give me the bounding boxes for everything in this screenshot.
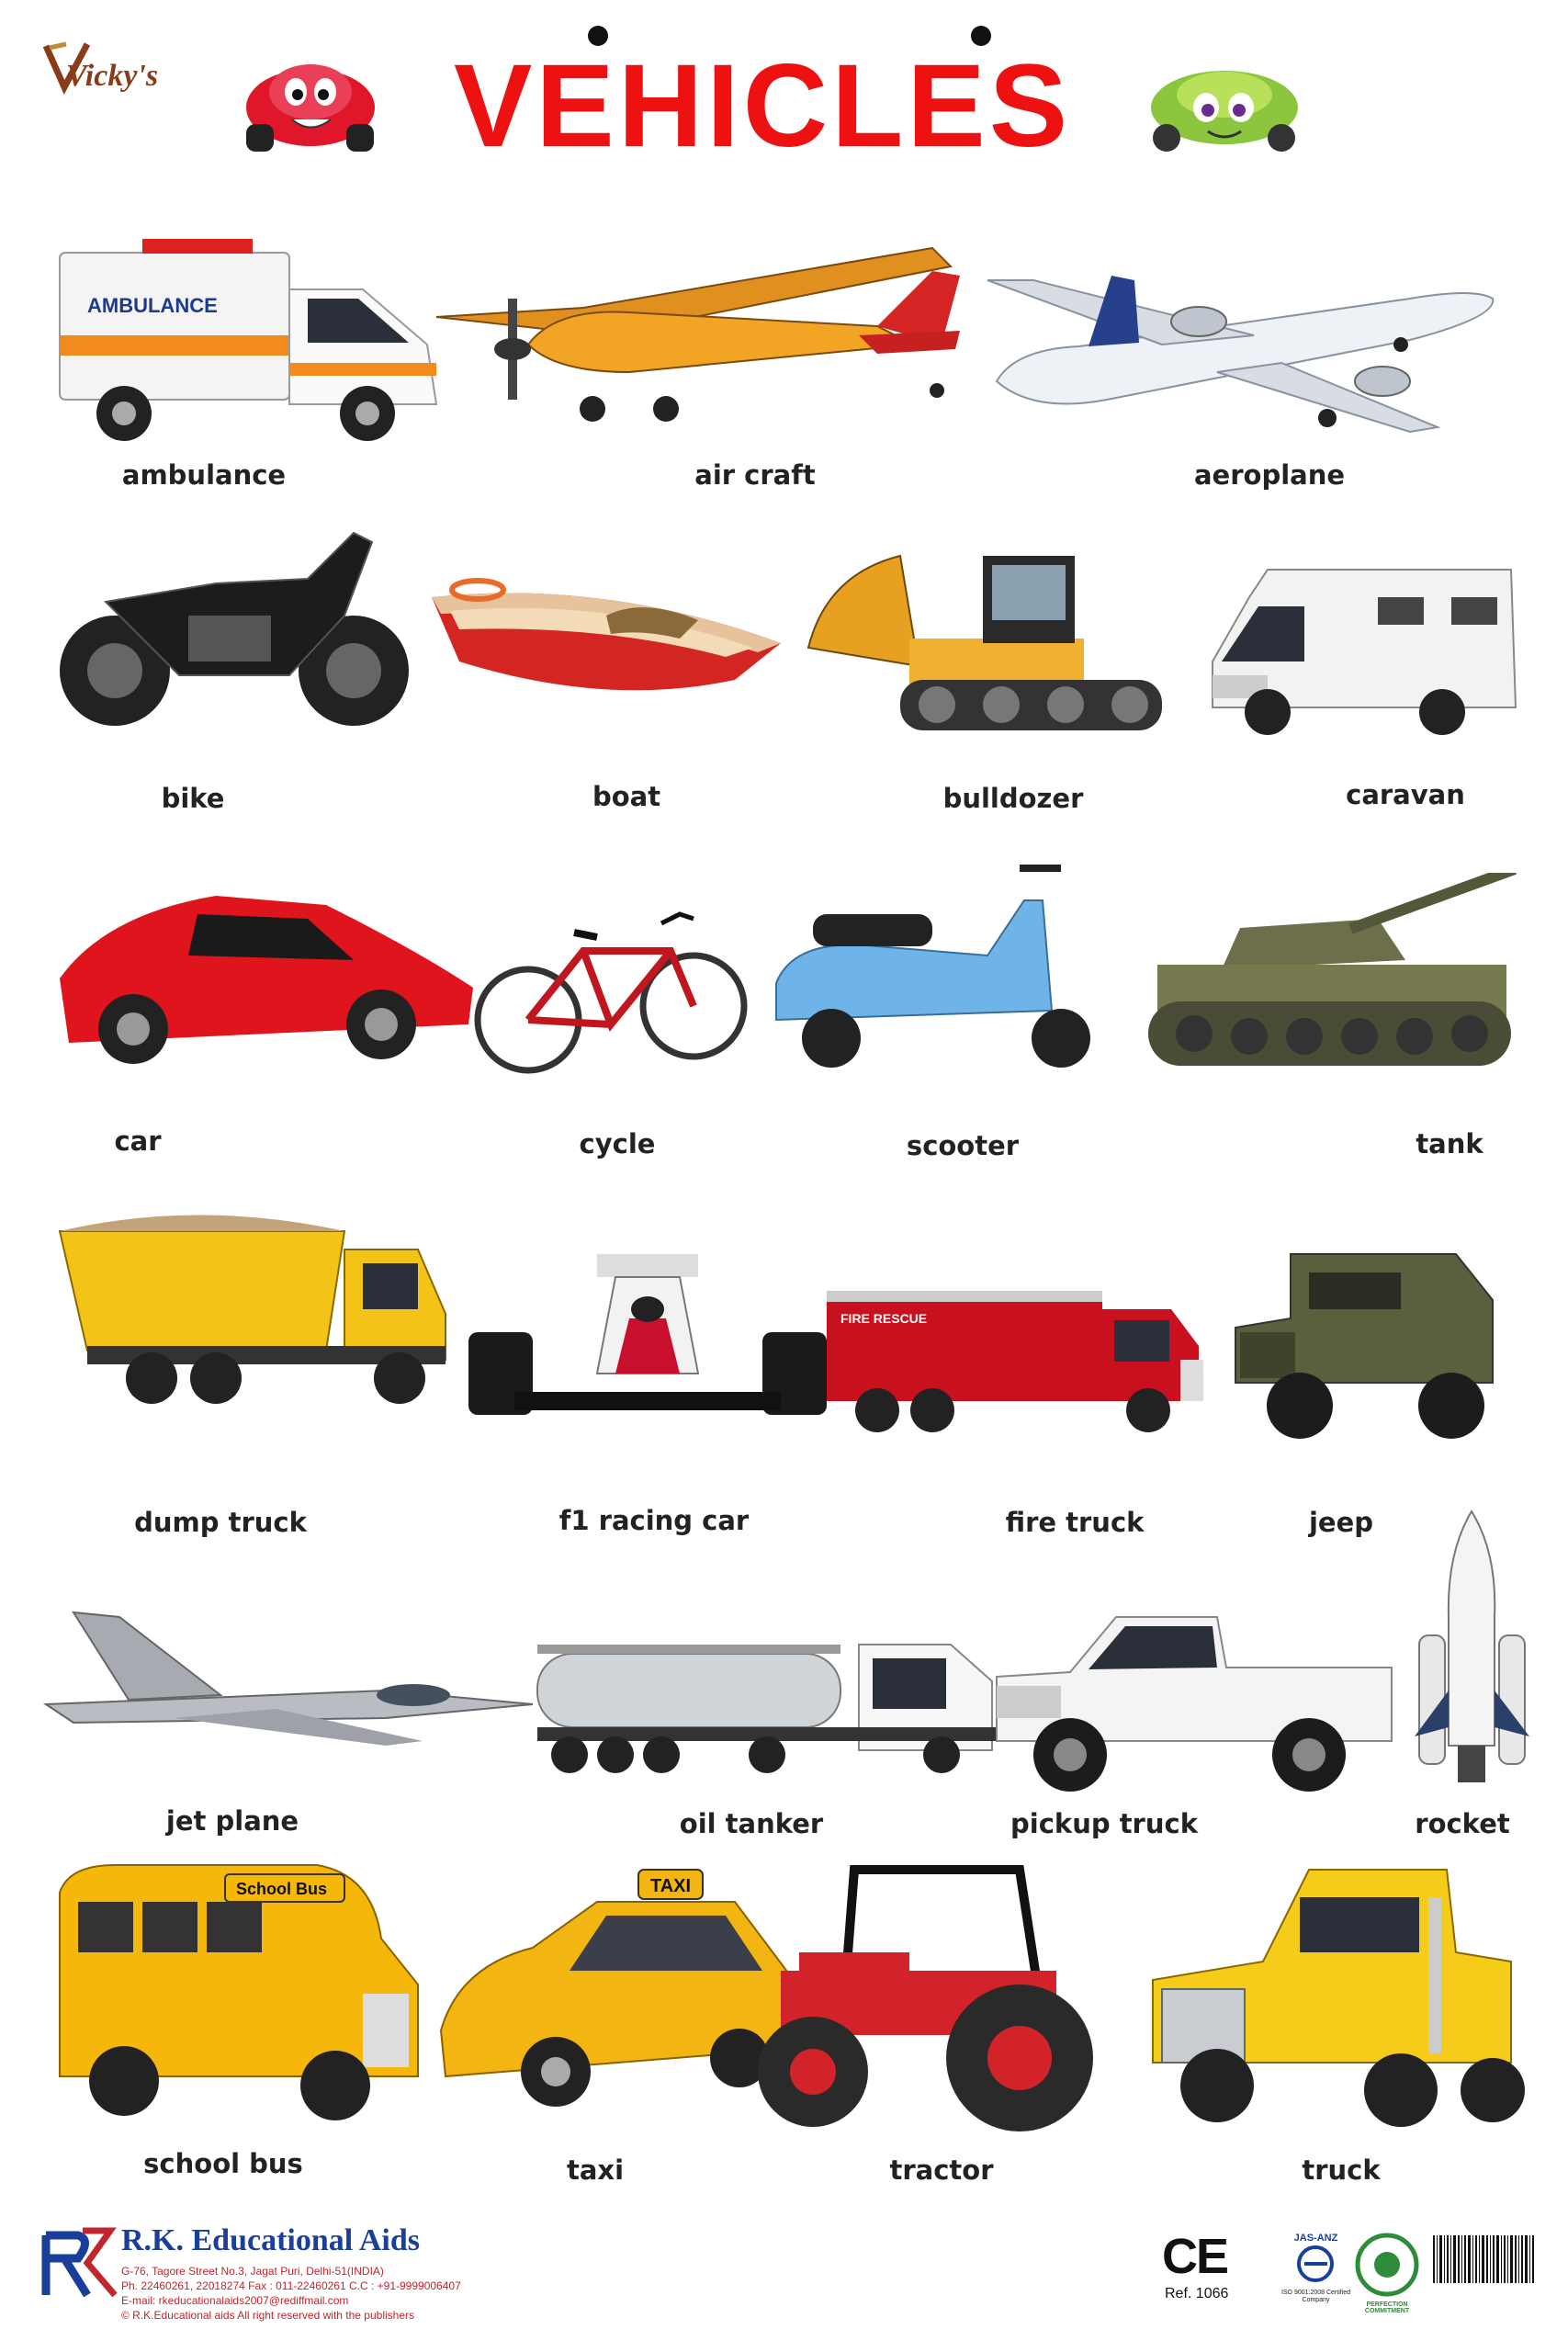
tractor-icon bbox=[758, 1865, 1093, 2132]
ce-mark: CE bbox=[1162, 2229, 1229, 2284]
vehicle-label-caravan: caravan bbox=[1346, 779, 1465, 810]
perfection-commitment-text: PERFECTION COMMITMENT bbox=[1364, 2301, 1410, 2314]
vehicle-label-air-craft: air craft bbox=[694, 459, 816, 491]
rocket-icon bbox=[1415, 1510, 1529, 1782]
vehicle-label-aeroplane: aeroplane bbox=[1193, 459, 1346, 491]
vehicle-label-tractor: tractor bbox=[889, 2154, 994, 2186]
taxi-sign-text: TAXI bbox=[650, 1876, 691, 1896]
vehicle-label-car: car bbox=[114, 1125, 162, 1157]
company-phone: Ph. 22460261, 22018274 Fax : 011-2246026… bbox=[121, 2279, 461, 2292]
motorbike-icon bbox=[60, 531, 409, 726]
propeller-plane-icon bbox=[435, 246, 960, 422]
vehicle-label-bike: bike bbox=[161, 783, 225, 814]
semi-truck-icon bbox=[1152, 1869, 1525, 2127]
barcode bbox=[1428, 2231, 1539, 2295]
school-bus-sign-text: School Bus bbox=[236, 1880, 327, 1898]
vehicle-label-boat: boat bbox=[592, 781, 661, 812]
vehicle-label-dump-truck: dump truck bbox=[134, 1507, 307, 1538]
vehicle-label-cycle: cycle bbox=[579, 1128, 656, 1159]
rights-notice: © R.K.Educational aids All right reserve… bbox=[121, 2309, 415, 2322]
iso-seal-icon bbox=[1297, 2245, 1334, 2282]
page-title: VEHICLES bbox=[453, 40, 1072, 172]
vehicle-label-f1-racing-car: f1 racing car bbox=[558, 1505, 750, 1536]
company-address: G-76, Tagore Street No.3, Jagat Puri, De… bbox=[121, 2265, 384, 2278]
fire-truck-icon: FIRE RESCUE bbox=[827, 1291, 1203, 1432]
scooter-icon bbox=[775, 865, 1090, 1068]
vehicle-label-truck: truck bbox=[1302, 2154, 1381, 2186]
jeep-icon bbox=[1235, 1253, 1494, 1439]
iso-certification-badge: JAS-ANZ ISO 9001:2008 Certified Company bbox=[1272, 2233, 1359, 2320]
airliner-icon bbox=[987, 276, 1495, 434]
vehicle-label-taxi: taxi bbox=[566, 2154, 625, 2186]
vehicle-label-bulldozer: bulldozer bbox=[942, 783, 1084, 814]
bicycle-icon bbox=[474, 911, 748, 1074]
vehicle-label-oil-tanker: oil tanker bbox=[679, 1808, 824, 1839]
bulldozer-icon bbox=[807, 554, 1162, 730]
vehicle-label-school-bus: school bus bbox=[143, 2148, 303, 2179]
oil-tanker-icon bbox=[536, 1644, 997, 1773]
vehicle-label-jet-plane: jet plane bbox=[165, 1805, 299, 1837]
ambulance-icon: AMBULANCE bbox=[59, 239, 438, 441]
company-logo bbox=[41, 2227, 118, 2298]
vehicle-label-tank: tank bbox=[1416, 1128, 1483, 1159]
vehicle-label-scooter: scooter bbox=[906, 1130, 1020, 1161]
school-bus-icon: School Bus bbox=[59, 1864, 419, 2120]
vehicle-label-rocket: rocket bbox=[1415, 1808, 1510, 1839]
vehicle-label-fire-truck: fire truck bbox=[1005, 1507, 1145, 1538]
fire-truck-side-text: FIRE RESCUE bbox=[840, 1311, 927, 1326]
brand-name: Vicky's bbox=[66, 59, 159, 93]
caravan-icon bbox=[1212, 569, 1517, 735]
reference-number: Ref. 1066 bbox=[1165, 2286, 1229, 2301]
f1-car-icon bbox=[468, 1254, 827, 1415]
green-seal-icon bbox=[1355, 2233, 1419, 2297]
vehicle-label-pickup-truck: pickup truck bbox=[1010, 1808, 1198, 1839]
ambulance-side-text: AMBULANCE bbox=[87, 294, 218, 317]
company-email: E-mail: rkeducationalaids2007@rediffmail… bbox=[121, 2294, 349, 2307]
red-car-mascot bbox=[246, 64, 375, 152]
company-name: R.K. Educational Aids bbox=[121, 2223, 420, 2257]
boat-icon bbox=[432, 578, 781, 691]
fighter-jet-icon bbox=[42, 1611, 533, 1746]
vehicle-label-ambulance: ambulance bbox=[121, 459, 287, 491]
jas-anz-label: JAS-ANZ bbox=[1293, 2233, 1338, 2244]
tank-icon bbox=[1148, 873, 1517, 1066]
sports-car-icon bbox=[60, 896, 473, 1064]
green-car-mascot bbox=[1151, 71, 1298, 152]
vehicle-label-jeep: jeep bbox=[1308, 1507, 1374, 1538]
perfection-commitment-badge: PERFECTION COMMITMENT bbox=[1350, 2233, 1424, 2315]
pickup-truck-icon bbox=[996, 1616, 1393, 1792]
iso-text: ISO 9001:2008 Certified Company bbox=[1280, 2290, 1351, 2303]
dump-truck-icon bbox=[58, 1215, 446, 1404]
